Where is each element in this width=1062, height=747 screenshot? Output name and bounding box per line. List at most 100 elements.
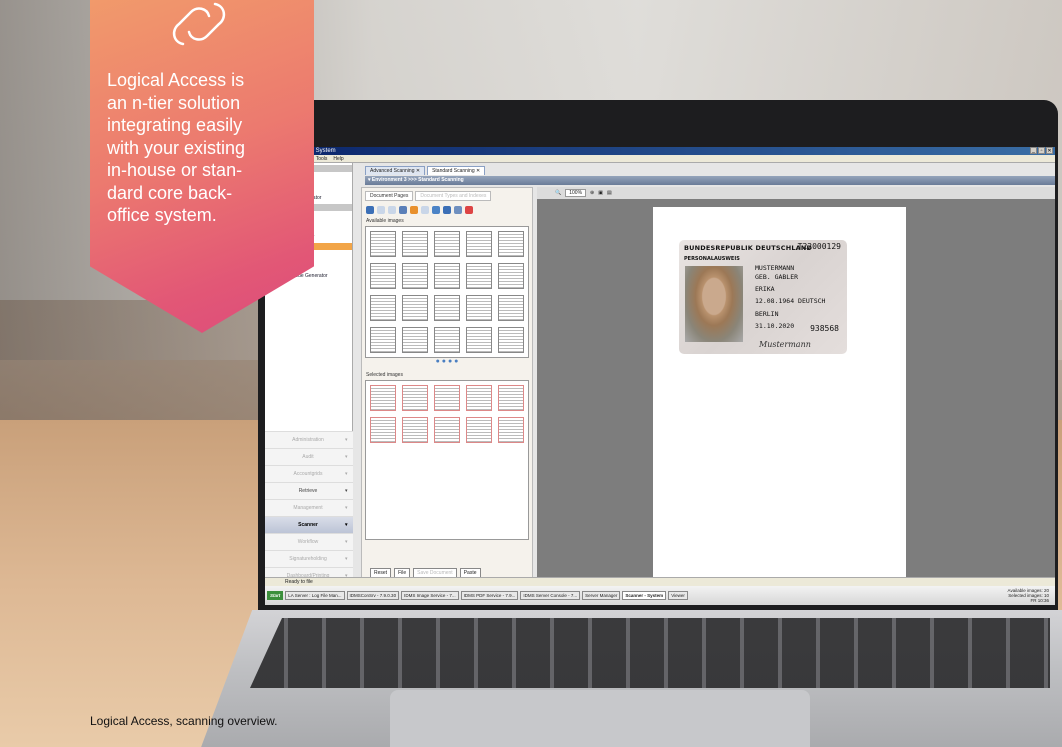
image-thumbnail[interactable]: [402, 417, 428, 443]
scan-icon[interactable]: [366, 206, 374, 214]
nav-section-scanner[interactable]: Scanner ▾: [265, 516, 353, 533]
taskbar-item[interactable]: Viewer: [668, 591, 688, 600]
tab-advanced-scanning[interactable]: Advanced Scanning ✕: [365, 166, 426, 175]
menu-bar: odules Tools Help: [265, 155, 1055, 163]
id-given-name: ERIKA: [755, 285, 775, 293]
image-thumbnail[interactable]: [498, 327, 524, 353]
image-thumbnail[interactable]: [402, 385, 428, 411]
image-thumbnail[interactable]: [466, 385, 492, 411]
nav-section-retrieve[interactable]: Retrieve ▾: [265, 482, 353, 499]
nav-section-workflow[interactable]: Workflow ▾: [265, 533, 353, 550]
taskbar-item[interactable]: IDMS Image Service - 7...: [401, 591, 459, 600]
image-thumbnail[interactable]: [370, 417, 396, 443]
image-thumbnail[interactable]: [498, 231, 524, 257]
tab-document-types[interactable]: Document Types and Indexes: [415, 191, 492, 201]
rotate-icon[interactable]: [377, 206, 385, 214]
environment-bar[interactable]: ▾ Environment 3 >>> Standard Scanning: [365, 176, 1055, 185]
image-thumbnail[interactable]: [498, 417, 524, 443]
nav-section-administration[interactable]: Administration ▾: [265, 431, 353, 448]
export-icon[interactable]: [454, 206, 462, 214]
language-indicator[interactable]: FR: [1030, 598, 1036, 603]
delete-icon[interactable]: [388, 206, 396, 214]
image-thumbnail[interactable]: [498, 385, 524, 411]
remove-icon[interactable]: [465, 206, 473, 214]
tab-standard-scanning[interactable]: Standard Scanning ✕: [427, 166, 486, 175]
chevron-down-icon: ▾: [345, 555, 348, 562]
taskbar-item[interactable]: IDMSConSrv - 7.9.0.30: [346, 591, 400, 600]
image-thumbnail[interactable]: [434, 295, 460, 321]
close-button[interactable]: ✕: [1046, 147, 1053, 154]
view-icon[interactable]: [432, 206, 440, 214]
taskbar-item[interactable]: IDMS PDF Service - 7.9...: [460, 591, 519, 600]
image-thumbnail[interactable]: [466, 417, 492, 443]
id-expiry: 31.10.2020: [755, 322, 795, 330]
nav-section-label: Audit: [302, 453, 314, 460]
promo-line: office system.: [107, 205, 217, 225]
menu-tools[interactable]: Tools: [316, 155, 328, 162]
system-tray: Available images: 20 Selected images: 10…: [1008, 588, 1053, 603]
image-thumbnail[interactable]: [434, 327, 460, 353]
window-titlebar: er - System _ ▫ ✕: [265, 147, 1055, 155]
image-thumbnail[interactable]: [370, 231, 396, 257]
nav-section-label: Signatureholding: [289, 555, 327, 562]
promo-line: in-house or stan-: [107, 160, 243, 180]
transfer-icons[interactable]: ● ● ● ●: [362, 358, 532, 370]
laptop-keyboard: [250, 618, 1050, 688]
promo-line: dard core back-: [107, 182, 233, 203]
image-thumbnail[interactable]: [466, 263, 492, 289]
play-icon[interactable]: [421, 206, 429, 214]
id-place: BERLIN: [755, 310, 779, 318]
id-dob: 12.08.1964 DEUTSCH: [755, 297, 826, 305]
tab-document-pages[interactable]: Document Pages: [365, 191, 414, 201]
image-caption: Logical Access, scanning overview.: [90, 714, 278, 728]
image-thumbnail[interactable]: [370, 263, 396, 289]
nav-section-accountgrids[interactable]: Accountgrids ▾: [265, 465, 353, 482]
taskbar-item[interactable]: Server Manager: [582, 591, 621, 600]
image-thumbnail[interactable]: [370, 385, 396, 411]
chevron-down-icon: ▾: [345, 453, 348, 460]
fit-icon[interactable]: ▣: [598, 190, 603, 196]
image-thumbnail[interactable]: [402, 295, 428, 321]
taskbar-item-active[interactable]: Scanner - System: [622, 591, 667, 600]
id-card-image: BUNDESREPUBLIK DEUTSCHLAND T22000129 PER…: [679, 240, 847, 354]
image-thumbnail[interactable]: [434, 385, 460, 411]
image-thumbnail[interactable]: [466, 231, 492, 257]
id-birth-name: GEB. GABLER: [755, 273, 799, 281]
image-thumbnail[interactable]: [466, 327, 492, 353]
chevron-down-icon: ▾: [345, 436, 348, 443]
menu-help[interactable]: Help: [333, 155, 343, 162]
page-icon[interactable]: ▤: [607, 190, 612, 196]
id-name: MUSTERMANN: [755, 264, 795, 272]
import-icon[interactable]: [399, 206, 407, 214]
status-text: Ready to file: [285, 579, 313, 585]
minimize-button[interactable]: _: [1030, 147, 1037, 154]
maximize-button[interactable]: ▫: [1038, 147, 1045, 154]
image-thumbnail[interactable]: [434, 417, 460, 443]
taskbar: Start LA Server : Log File Man... IDMSCo…: [265, 586, 1055, 605]
image-thumbnail[interactable]: [370, 295, 396, 321]
laptop-screen: er - System _ ▫ ✕ odules Tools Help d Sc…: [265, 147, 1055, 605]
zoom-in-icon[interactable]: ⊕: [590, 190, 594, 196]
image-thumbnail[interactable]: [466, 295, 492, 321]
nav-section-management[interactable]: Management ▾: [265, 499, 353, 516]
taskbar-item[interactable]: LA Server : Log File Man...: [285, 591, 345, 600]
image-thumbnail[interactable]: [498, 295, 524, 321]
image-thumbnail[interactable]: [402, 327, 428, 353]
image-thumbnail[interactable]: [434, 263, 460, 289]
chevron-down-icon: ▾: [345, 487, 348, 494]
image-thumbnail[interactable]: [402, 263, 428, 289]
zoom-icon[interactable]: 🔍: [555, 190, 561, 196]
zoom-level[interactable]: 100%: [565, 189, 587, 197]
start-button[interactable]: Start: [267, 591, 284, 600]
image-thumbnail[interactable]: [434, 231, 460, 257]
grid-icon[interactable]: [443, 206, 451, 214]
nav-section-signatureholding[interactable]: Signatureholding ▾: [265, 550, 353, 567]
link-icon: [172, 2, 226, 46]
image-thumbnail[interactable]: [498, 263, 524, 289]
taskbar-item[interactable]: IDMS Server Console - 7...: [520, 591, 581, 600]
image-thumbnail[interactable]: [370, 327, 396, 353]
settings-icon[interactable]: [410, 206, 418, 214]
promo-line: integrating easily: [107, 115, 243, 135]
nav-section-audit[interactable]: Audit ▾: [265, 448, 353, 465]
image-thumbnail[interactable]: [402, 231, 428, 257]
